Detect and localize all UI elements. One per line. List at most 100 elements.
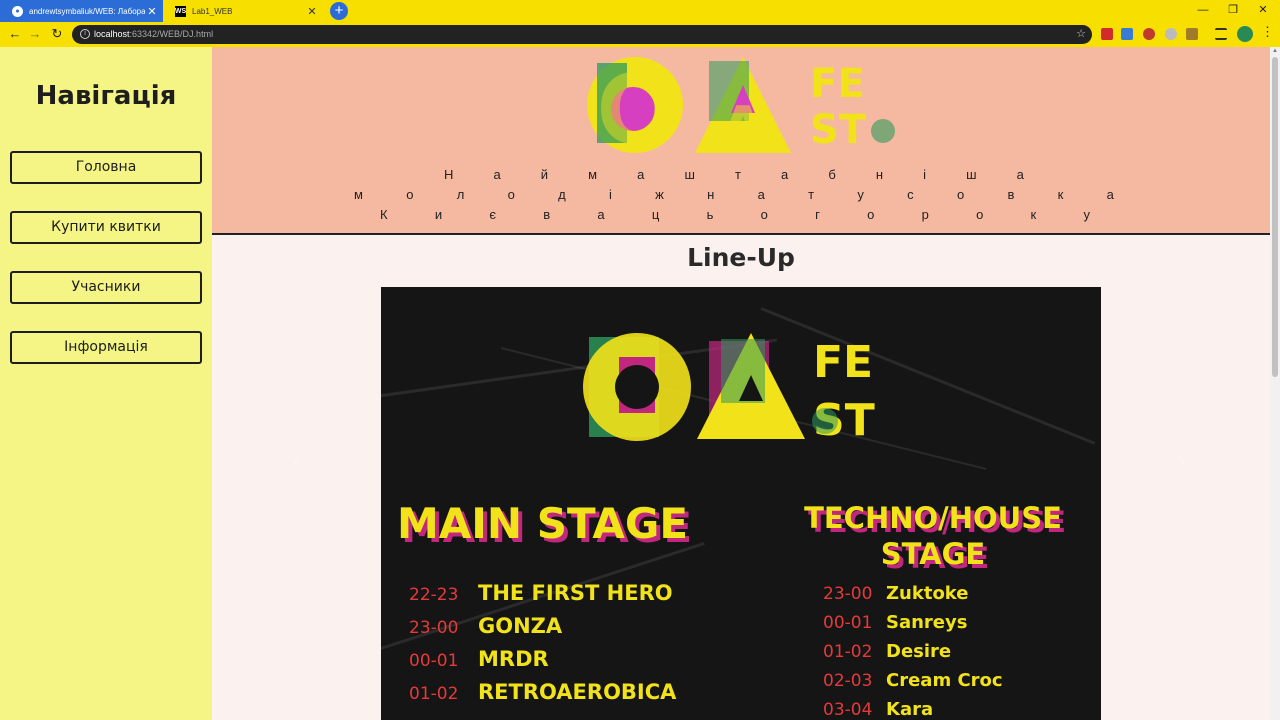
set-time: 00-01 — [409, 651, 459, 671]
tagline-letter: н — [707, 187, 715, 202]
tagline-letter: і — [923, 167, 927, 182]
tagline-letter: д — [558, 187, 566, 202]
tagline-letter: т — [734, 167, 741, 182]
tagline-letter: о — [406, 187, 414, 202]
carousel-next-icon[interactable]: › — [1178, 447, 1185, 473]
close-window-icon[interactable]: ✕ — [1248, 2, 1278, 18]
scrollbar-thumb[interactable] — [1272, 57, 1278, 377]
artist-name: Desire — [886, 641, 952, 662]
tagline-letter: а — [1016, 167, 1024, 182]
tagline-letter: о — [956, 187, 965, 202]
tagline-letter: і — [609, 187, 612, 202]
artist-name: Kara — [886, 699, 934, 720]
tagline-letter: а — [757, 187, 765, 202]
nav-link-info[interactable]: Інформація — [10, 331, 202, 364]
tagline-letter: К — [380, 207, 388, 222]
tagline-letter: ц — [651, 207, 660, 222]
minimize-icon[interactable]: — — [1188, 2, 1218, 18]
artist-name: THE FIRST HERO — [478, 581, 673, 605]
profile-avatar[interactable] — [1237, 26, 1253, 42]
menu-icon[interactable]: ⋮ — [1261, 24, 1274, 40]
tagline-letter: а — [781, 167, 789, 182]
oa-fest-logo: O A FE ST — [587, 55, 895, 155]
nav-link-buy-tickets[interactable]: Купити квитки — [10, 211, 202, 244]
address-bar[interactable]: i localhost:63342/WEB/DJ.html ☆ — [72, 25, 1092, 44]
artist-name: GONZA — [478, 614, 563, 638]
tagline-letter: н — [875, 167, 884, 182]
schedule-row: 22-23 THE FIRST HERO — [409, 581, 673, 605]
techno-stage-title: TECHNO/HOUSE — [804, 501, 1062, 535]
set-time: 23-00 — [409, 618, 459, 638]
close-tab-icon[interactable]: ✕ — [145, 5, 159, 18]
logo-letter-o: O — [596, 55, 678, 155]
scroll-up-icon[interactable]: ▲ — [1270, 48, 1280, 54]
set-time: 01-02 — [409, 684, 459, 704]
sidebar: Навігація Головна Купити квитки Учасники… — [0, 47, 212, 720]
schedule-row: 00-01 MRDR — [409, 647, 549, 671]
tagline-letter: ш — [684, 167, 695, 182]
tagline-line-2: молодіжнатусовка — [354, 187, 1114, 202]
artist-name: MRDR — [478, 647, 549, 671]
back-icon[interactable]: ← — [6, 25, 24, 43]
reload-icon[interactable]: ↻ — [48, 25, 66, 43]
set-time: 01-02 — [823, 642, 873, 662]
tab-title: Lab1_WEB — [192, 6, 233, 16]
tagline-letter: у — [857, 187, 864, 202]
nav-link-home[interactable]: Головна — [10, 151, 202, 184]
tab-lab1-web[interactable]: WS Lab1_WEB ✕ — [163, 0, 323, 22]
set-time: 02-03 — [823, 671, 873, 691]
tagline-letter: а — [637, 167, 645, 182]
techno-stage-title-2: STAGE — [880, 537, 986, 571]
tagline-letter: к — [1057, 187, 1064, 202]
new-tab-button[interactable]: + — [330, 2, 348, 20]
schedule-row: 01-02 RETROAEROBICA — [409, 680, 676, 704]
logo-text-fe: FE — [810, 61, 865, 107]
page-scrollbar[interactable]: ▲ — [1270, 47, 1280, 720]
tagline-letter: а — [493, 167, 501, 182]
schedule-row: 03-04 Kara — [823, 699, 933, 720]
translate-icon[interactable] — [1121, 28, 1133, 40]
bookmark-star-icon[interactable]: ☆ — [1076, 25, 1086, 44]
tagline-letter: б — [828, 167, 836, 182]
tagline-letter: в — [1007, 187, 1015, 202]
tagline-letter: а — [1106, 187, 1114, 202]
tagline-letter: м — [588, 167, 598, 182]
webstorm-icon: WS — [174, 5, 187, 17]
extension-icon[interactable] — [1186, 28, 1198, 40]
site-info-icon[interactable]: i — [80, 29, 90, 39]
tagline-letter: г — [815, 207, 820, 222]
reading-list-icon[interactable] — [1215, 28, 1227, 40]
tagline-letter: и — [434, 207, 443, 222]
set-time: 00-01 — [823, 613, 873, 633]
main-stage-title: MAIN STAGE — [397, 499, 689, 548]
restore-icon[interactable]: ❐ — [1218, 2, 1248, 18]
nav-link-participants[interactable]: Учасники — [10, 271, 202, 304]
tagline-line-1: На й м а ш т а б н і ш а — [444, 167, 1024, 182]
poster-logo: FE ST — [583, 333, 875, 443]
pocket-icon[interactable] — [1143, 28, 1155, 40]
tagline-letter: ш — [966, 167, 977, 182]
tagline-letter: с — [907, 187, 914, 202]
poster-logo-fe: FE — [813, 337, 873, 388]
forward-icon[interactable]: → — [26, 25, 44, 43]
tagline-letter: в — [543, 207, 551, 222]
carousel-prev-icon[interactable]: ‹ — [292, 447, 299, 473]
close-tab-icon[interactable]: ✕ — [305, 5, 319, 18]
tab-strip: ● andrewtsymbaliuk/WEB: Лаборат ✕ WS Lab… — [0, 0, 1280, 22]
tagline-letter: у — [1083, 207, 1090, 222]
address-toolbar: ← → ↻ i localhost:63342/WEB/DJ.html ☆ ⋮ — [0, 22, 1280, 47]
tagline-letter: м — [354, 187, 363, 202]
artist-name: RETROAEROBICA — [478, 680, 677, 704]
schedule-row: 23-00 Zuktoke — [823, 583, 969, 604]
tagline-letter: т — [808, 187, 815, 202]
schedule-row: 02-03 Cream Croc — [823, 670, 1003, 691]
tab-title: andrewtsymbaliuk/WEB: Лаборат — [29, 6, 145, 16]
tab-github[interactable]: ● andrewtsymbaliuk/WEB: Лаборат ✕ — [0, 0, 163, 22]
extension-icon[interactable] — [1165, 28, 1177, 40]
tagline-letter: ж — [655, 187, 664, 202]
set-time: 03-04 — [823, 700, 873, 720]
github-icon: ● — [12, 5, 23, 17]
tagline-letter: о — [867, 207, 875, 222]
tagline-line-3: Ки є в а ц ь о г о р о к у — [380, 207, 1090, 222]
extension-icon[interactable] — [1101, 28, 1113, 40]
